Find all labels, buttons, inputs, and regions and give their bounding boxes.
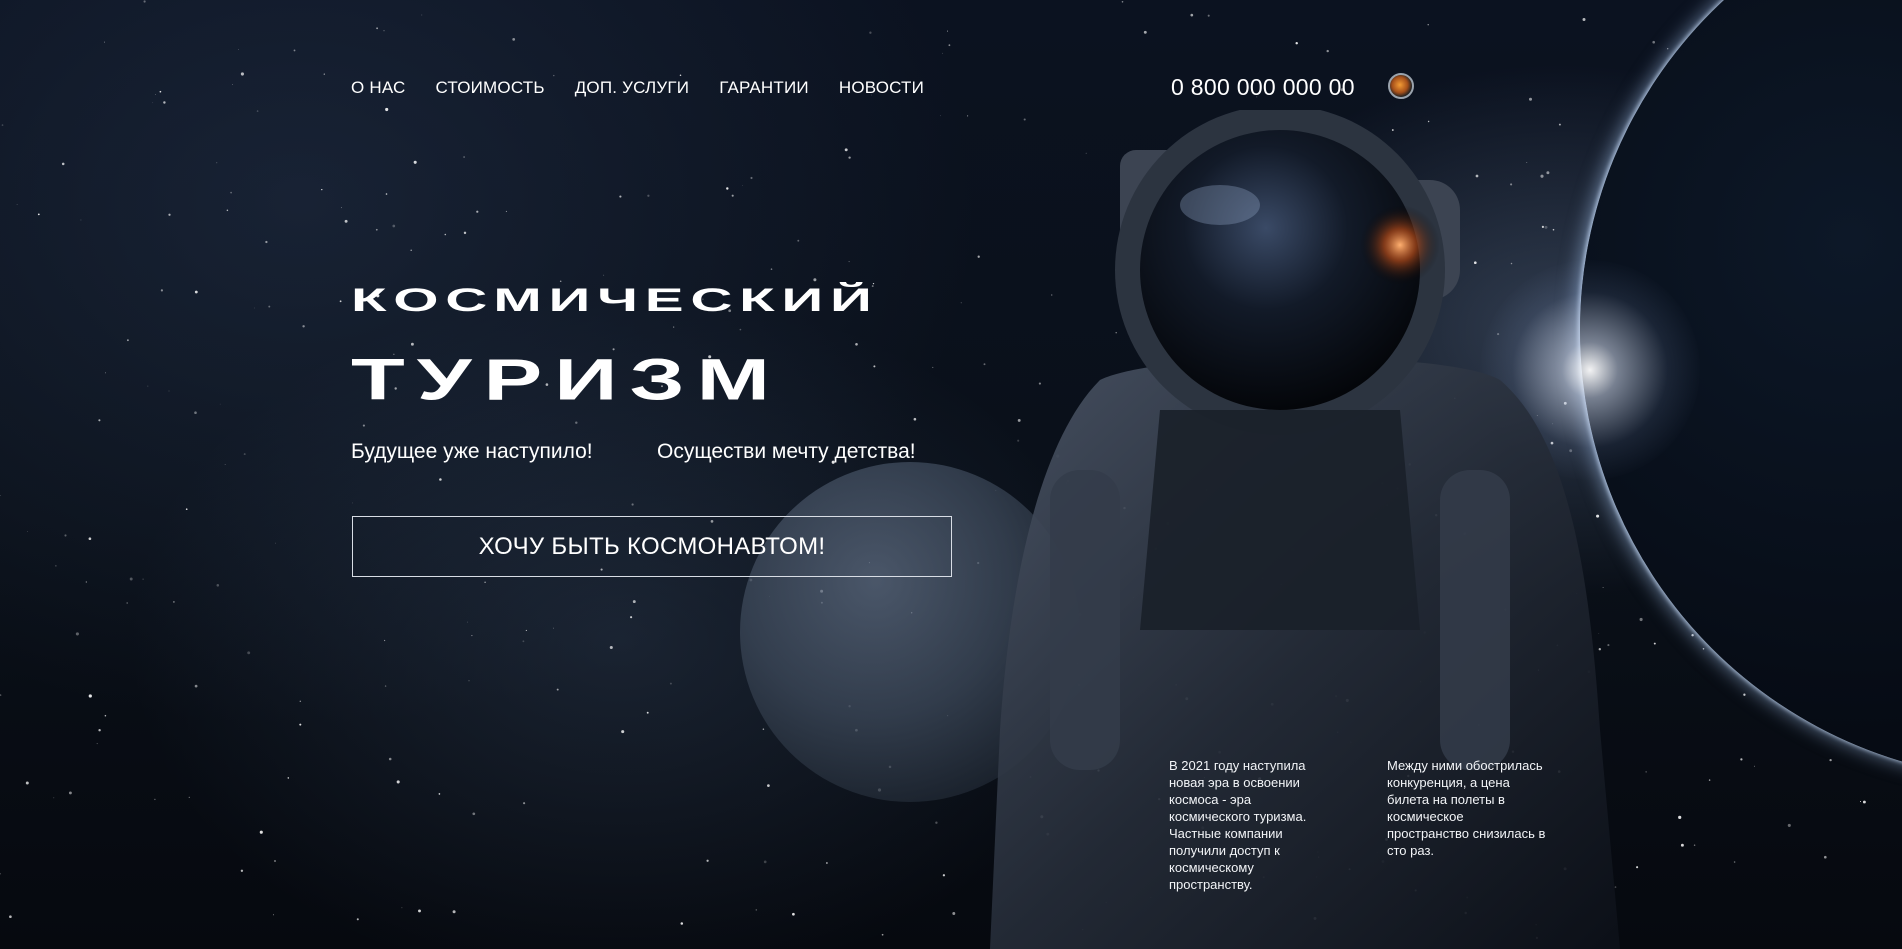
nav-item-guarantees[interactable]: ГАРАНТИИ (719, 78, 809, 98)
main-navigation: О НАС СТОИМОСТЬ ДОП. УСЛУГИ ГАРАНТИИ НОВ… (351, 78, 924, 98)
astronaut-image (990, 110, 1620, 949)
tagline-left: Будущее уже наступило! (351, 440, 593, 463)
become-astronaut-button[interactable]: ХОЧУ БЫТЬ КОСМОНАВТОМ! (352, 516, 952, 577)
nav-item-pricing[interactable]: СТОИМОСТЬ (435, 78, 544, 98)
title-line-2: ТУРИЗМ (351, 346, 782, 412)
info-text-right: Между ними обострилась конкуренция, а це… (1387, 758, 1546, 858)
hero-section: О НАС СТОИМОСТЬ ДОП. УСЛУГИ ГАРАНТИИ НОВ… (0, 0, 1902, 949)
nav-item-about[interactable]: О НАС (351, 78, 405, 98)
phone-number[interactable]: 0 800 000 000 00 (1171, 74, 1355, 101)
tagline-right: Осуществи мечту детства! (657, 440, 916, 463)
nav-item-extra-services[interactable]: ДОП. УСЛУГИ (575, 78, 690, 98)
title-line-1: КОСМИЧЕСКИЙ (351, 282, 879, 319)
planet-logo-icon[interactable] (1388, 73, 1414, 99)
info-text-left: В 2021 году наступила новая эра в освоен… (1169, 758, 1307, 892)
nav-item-news[interactable]: НОВОСТИ (839, 78, 924, 98)
